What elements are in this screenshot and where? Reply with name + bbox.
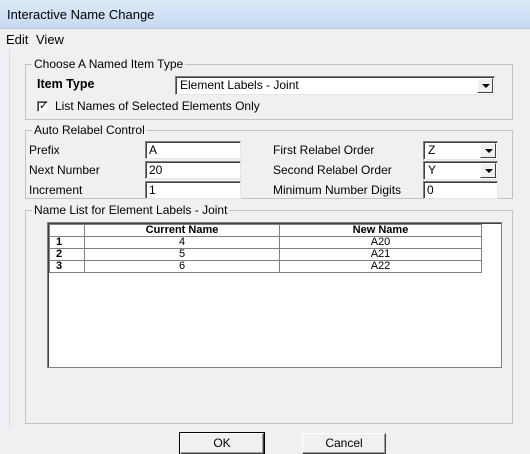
- list-selected-label: List Names of Selected Elements Only: [55, 99, 260, 113]
- item-type-dropdown-button[interactable]: [477, 78, 493, 93]
- new-name-cell[interactable]: A20: [279, 236, 482, 249]
- table-row: 1 4 A20: [49, 236, 482, 249]
- column-header-new-name[interactable]: New Name: [279, 224, 482, 237]
- interactive-name-change-window: Interactive Name Change Edit View Choose…: [0, 0, 530, 454]
- chevron-down-icon: [482, 84, 490, 88]
- second-order-dropdown[interactable]: Y: [423, 161, 498, 180]
- table-corner-cell: [49, 224, 85, 237]
- first-order-dropdown[interactable]: Z: [423, 141, 498, 160]
- first-order-label: First Relabel Order: [273, 143, 375, 157]
- table-row: 3 6 A22: [49, 260, 482, 273]
- cancel-button[interactable]: Cancel: [302, 433, 386, 454]
- current-name-cell: 5: [84, 248, 280, 261]
- chevron-down-icon: [485, 169, 493, 173]
- second-order-dropdown-button[interactable]: [480, 163, 496, 178]
- column-header-current-name[interactable]: Current Name: [84, 224, 280, 237]
- title-bar[interactable]: Interactive Name Change: [0, 0, 530, 29]
- min-digits-input[interactable]: 0: [423, 181, 498, 199]
- cancel-button-label: Cancel: [325, 436, 363, 450]
- menu-view[interactable]: View: [36, 32, 64, 47]
- checkmark-icon: ✓: [39, 100, 49, 112]
- next-number-label: Next Number: [29, 163, 100, 177]
- min-digits-label: Minimum Number Digits: [273, 183, 402, 197]
- first-order-value: Z: [428, 143, 436, 157]
- row-number: 3: [49, 260, 85, 273]
- row-number: 1: [49, 236, 85, 249]
- name-list-table: Current Name New Name 1 4 A20 2 5 A21 3 …: [49, 224, 482, 273]
- first-order-dropdown-button[interactable]: [480, 143, 496, 158]
- prefix-input[interactable]: A: [145, 141, 241, 159]
- second-order-label: Second Relabel Order: [273, 163, 392, 177]
- prefix-label: Prefix: [29, 143, 60, 157]
- increment-label: Increment: [29, 183, 83, 197]
- ok-button[interactable]: OK: [179, 432, 265, 454]
- chevron-down-icon: [485, 149, 493, 153]
- name-list-legend: Name List for Element Labels - Joint: [32, 203, 230, 217]
- named-item-legend: Choose A Named Item Type: [32, 57, 186, 71]
- new-name-cell[interactable]: A21: [279, 248, 482, 261]
- item-type-dropdown[interactable]: Element Labels - Joint: [175, 76, 495, 95]
- table-row: 2 5 A21: [49, 248, 482, 261]
- row-number: 2: [49, 248, 85, 261]
- auto-relabel-legend: Auto Relabel Control: [32, 123, 147, 137]
- second-order-value: Y: [428, 163, 437, 177]
- new-name-cell[interactable]: A22: [279, 260, 482, 273]
- list-selected-checkbox[interactable]: ✓: [37, 100, 49, 112]
- ok-button-label: OK: [213, 436, 231, 450]
- item-type-label: Item Type: [37, 77, 95, 91]
- current-name-cell: 4: [84, 236, 280, 249]
- menu-edit[interactable]: Edit: [6, 32, 28, 47]
- increment-input[interactable]: 1: [145, 181, 241, 199]
- item-type-value: Element Labels - Joint: [180, 78, 299, 92]
- next-number-input[interactable]: 20: [145, 161, 241, 179]
- table-header-row: Current Name New Name: [49, 224, 482, 237]
- name-list-grid[interactable]: Current Name New Name 1 4 A20 2 5 A21 3 …: [47, 222, 502, 368]
- current-name-cell: 6: [84, 260, 280, 273]
- left-frame: [0, 49, 10, 430]
- menu-bar: Edit View: [0, 29, 530, 49]
- window-title: Interactive Name Change: [7, 7, 155, 22]
